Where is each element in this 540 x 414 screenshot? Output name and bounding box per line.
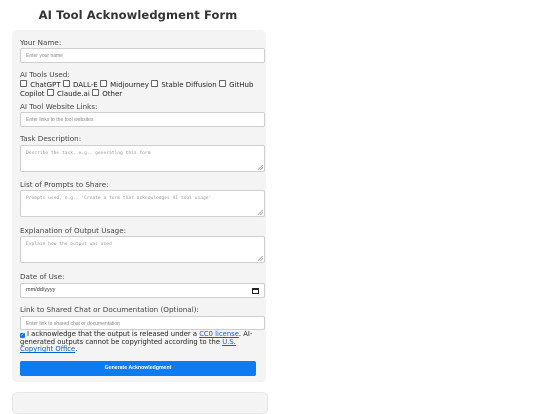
share-link-input[interactable]: Enter link to shared chat or documentati…	[20, 316, 265, 330]
resize-grip-icon[interactable]	[258, 256, 263, 261]
links-label: AI Tool Website Links:	[20, 102, 98, 111]
prompts-placeholder: Prompts used, e.g., 'Create a form that …	[26, 196, 212, 201]
page-title: AI Tool Acknowledgment Form	[38, 8, 238, 22]
prompts-label: List of Prompts to Share:	[20, 180, 109, 189]
checkbox-github-copilot[interactable]	[218, 80, 226, 87]
task-label: Task Description:	[20, 134, 82, 143]
checkbox-other[interactable]	[92, 89, 100, 97]
usage-placeholder: Explain how the output was used	[26, 242, 112, 247]
tool-option-label: Claude.ai	[57, 90, 90, 99]
tool-option-label: Stable Diffusion	[161, 81, 217, 89]
ack-text-after: .	[75, 345, 78, 353]
share-link-label: Link to Shared Chat or Documentation (Op…	[20, 305, 199, 314]
checkbox-midjourney[interactable]	[99, 80, 107, 87]
usage-label: Explanation of Output Usage:	[20, 226, 127, 235]
task-textarea[interactable]: Describe the task, e.g., generating this…	[20, 145, 265, 172]
prompts-textarea[interactable]: Prompts used, e.g., 'Create a form that …	[20, 190, 265, 217]
acknowledge-row: ✓ I acknowledge that the output is releas…	[20, 330, 268, 354]
tools-label: AI Tools Used:	[20, 70, 70, 79]
name-label: Your Name:	[20, 38, 62, 47]
date-input[interactable]: mm/dd/yyyy	[20, 283, 265, 298]
usage-textarea[interactable]: Explain how the output was used	[20, 236, 265, 263]
tool-option-label: ChatGPT	[30, 81, 61, 89]
resize-grip-icon[interactable]	[258, 210, 263, 215]
tool-option-label: Other	[102, 90, 123, 99]
tool-option-label: Midjourney	[110, 81, 149, 89]
date-placeholder: mm/dd/yyyy	[26, 287, 56, 293]
date-label: Date of Use:	[20, 272, 65, 281]
generate-acknowledgment-button[interactable]: Generate Acknowledgment	[20, 361, 256, 376]
checkbox-dall-e[interactable]	[62, 80, 70, 87]
resize-grip-icon[interactable]	[258, 165, 263, 170]
links-input[interactable]: Enter links to the tool websites	[20, 112, 265, 127]
name-input[interactable]: Enter your name	[20, 48, 265, 63]
checkbox-claude-ai[interactable]	[46, 89, 54, 97]
checkbox-stable-diffusion[interactable]	[151, 80, 159, 87]
calendar-icon[interactable]	[252, 288, 259, 294]
tool-option-label: DALL-E	[72, 81, 98, 89]
checkbox-chatgpt[interactable]	[20, 80, 27, 87]
output-card	[12, 392, 268, 414]
tools-checkbox-group: ChatGPT DALL-E Midjourney Stable Diffusi…	[20, 80, 268, 99]
task-placeholder: Describe the task, e.g., generating this…	[26, 151, 151, 156]
